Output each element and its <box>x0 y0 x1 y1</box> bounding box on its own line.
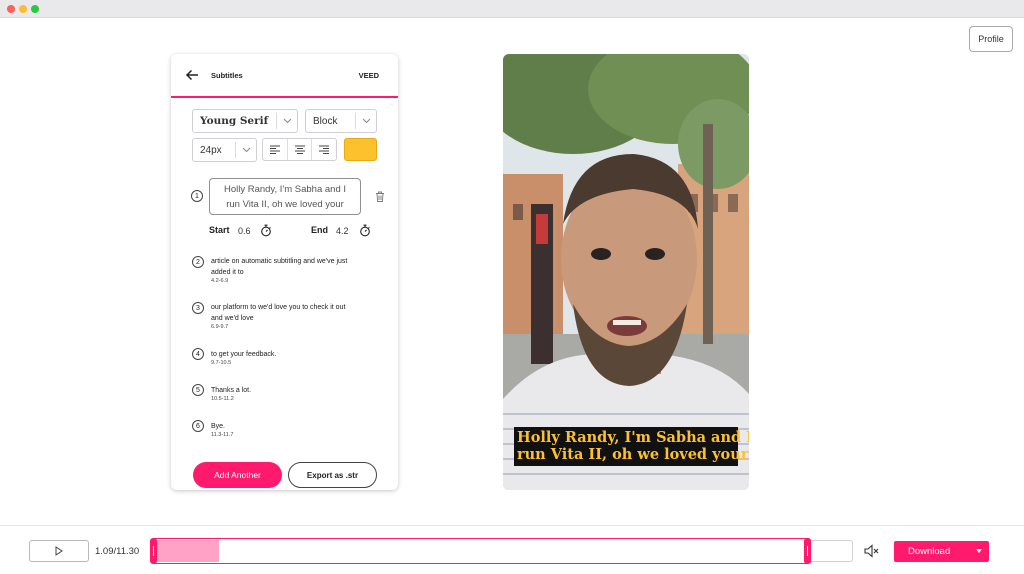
style-value: Block <box>313 115 338 127</box>
subtitle-number: 6 <box>192 420 204 432</box>
subtitle-line-1: Holly Randy, I'm Sabha and I <box>223 184 347 195</box>
subtitle-text: added it to <box>211 269 244 276</box>
font-size-value: 24px <box>200 144 222 156</box>
subtitle-time: 6.9-9.7 <box>211 324 229 330</box>
subtitle-time: 11.3-11.7 <box>211 432 234 438</box>
subtitle-time: 4.2-6.9 <box>211 278 229 284</box>
subtitle-number: 2 <box>192 256 204 268</box>
timecode: 1.09/11.30 <box>95 546 140 557</box>
subtitles-panel: Subtitles VEED Young Serif Block 24px 1 … <box>171 54 398 490</box>
align-center-icon <box>294 145 305 154</box>
text-align-group <box>262 138 337 161</box>
caption-line-2: run Vita II, oh we loved your <box>517 446 749 463</box>
export-srt-button[interactable]: Export as .str <box>288 462 377 488</box>
end-time-value[interactable]: 4.2 <box>336 226 349 236</box>
subtitle-time: 9.7-10.5 <box>211 360 232 366</box>
play-icon <box>55 546 63 556</box>
end-label: End <box>311 225 328 235</box>
subtitle-list-item[interactable]: our platform to we'd love you to check i… <box>211 302 371 324</box>
chevron-down-icon <box>277 118 297 124</box>
stopwatch-icon[interactable] <box>260 224 272 237</box>
align-left-icon <box>269 145 280 154</box>
close-window-button[interactable] <box>7 5 15 13</box>
text-color-swatch[interactable] <box>344 138 377 161</box>
subtitle-text: article on automatic subtitling and we'v… <box>211 258 348 265</box>
subtitle-time: 10.5-11.2 <box>211 396 234 402</box>
style-select[interactable]: Block <box>305 109 377 133</box>
subtitle-text: Bye. <box>211 423 226 430</box>
minimize-window-button[interactable] <box>19 5 27 13</box>
start-label: Start <box>209 225 230 235</box>
subtitle-text: and we'd love <box>211 315 254 322</box>
video-preview[interactable]: Holly Randy, I'm Sabha and I run Vita II… <box>503 54 749 490</box>
align-right-icon <box>319 145 330 154</box>
caption-line-1: Holly Randy, I'm Sabha and I <box>517 429 749 446</box>
subtitle-line-2: run Vita II, oh we loved your <box>226 199 344 210</box>
mute-icon[interactable] <box>864 544 879 558</box>
zoom-window-button[interactable] <box>31 5 39 13</box>
chevron-down-icon <box>236 147 256 153</box>
panel-header: Subtitles VEED <box>171 54 398 98</box>
timeline-clip[interactable] <box>152 538 811 564</box>
align-right-button[interactable] <box>311 139 336 160</box>
play-button[interactable] <box>29 540 89 562</box>
subtitle-list-item[interactable]: article on automatic subtitling and we'v… <box>211 256 371 278</box>
subtitle-list-item[interactable]: to get your feedback. <box>211 349 371 360</box>
add-another-button[interactable]: Add Another <box>193 462 282 488</box>
trim-start-handle[interactable] <box>150 538 157 564</box>
font-family-value: Young Serif <box>200 115 269 127</box>
profile-button[interactable]: Profile <box>969 26 1013 52</box>
burned-in-caption: Holly Randy, I'm Sabha and I run Vita II… <box>514 427 749 466</box>
subtitle-list-item[interactable]: Bye. <box>211 421 371 432</box>
font-family-select[interactable]: Young Serif <box>192 109 298 133</box>
stopwatch-icon[interactable] <box>359 224 371 237</box>
subtitle-number: 5 <box>192 384 204 396</box>
align-center-button[interactable] <box>286 139 312 160</box>
align-left-button[interactable] <box>263 139 287 160</box>
download-label: Download <box>908 546 951 557</box>
chevron-down-icon <box>356 118 376 124</box>
subtitle-number: 3 <box>192 302 204 314</box>
download-button[interactable]: Download <box>894 541 989 562</box>
start-time-value[interactable]: 0.6 <box>238 226 251 236</box>
subtitle-number: 4 <box>192 348 204 360</box>
subtitle-text-input[interactable]: Holly Randy, I'm Sabha and I run Vita II… <box>209 178 361 215</box>
subtitle-number: 1 <box>191 190 203 202</box>
subtitle-text: Thanks a lot. <box>211 387 252 394</box>
back-arrow-icon[interactable] <box>185 68 199 82</box>
font-size-select[interactable]: 24px <box>192 138 257 162</box>
playback-progress <box>157 540 219 562</box>
brand-label: VEED <box>358 71 379 80</box>
dropdown-caret-icon[interactable] <box>976 549 982 553</box>
subtitle-list-item[interactable]: Thanks a lot. <box>211 385 371 396</box>
trash-icon[interactable] <box>375 191 385 202</box>
subtitle-text: to get your feedback. <box>211 351 277 358</box>
video-frame <box>503 54 749 490</box>
trim-end-handle[interactable] <box>804 538 811 564</box>
subtitle-text: our platform to we'd love you to check i… <box>211 304 346 311</box>
panel-title: Subtitles <box>211 71 243 80</box>
window-titlebar <box>0 0 1024 18</box>
